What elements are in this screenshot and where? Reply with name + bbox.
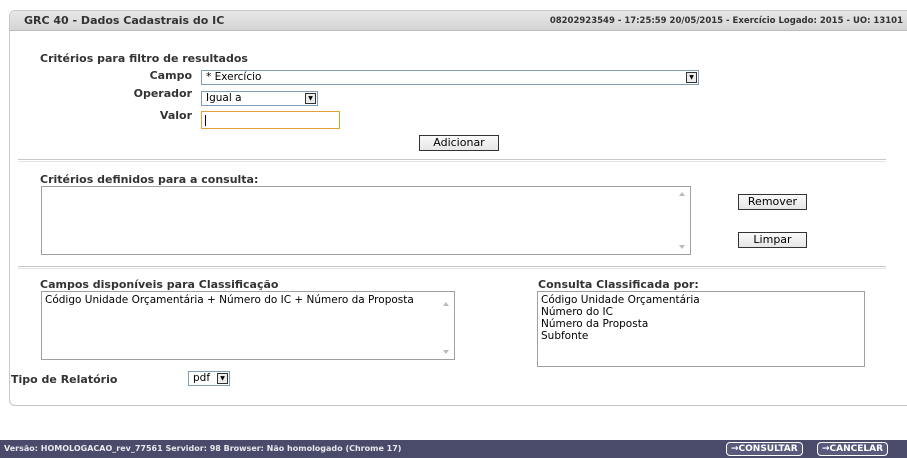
operador-select-value: Igual a bbox=[206, 92, 242, 104]
valor-label: Valor bbox=[159, 109, 192, 122]
scroll-up-icon[interactable] bbox=[679, 192, 685, 196]
chevron-down-icon[interactable]: ▼ bbox=[686, 72, 697, 83]
page-title: GRC 40 - Dados Cadastrais do IC bbox=[24, 14, 225, 27]
chevron-down-icon[interactable]: ▼ bbox=[217, 373, 228, 384]
divider-shadow bbox=[18, 161, 886, 162]
add-button[interactable]: Adicionar bbox=[419, 135, 499, 151]
scroll-down-icon[interactable] bbox=[443, 350, 449, 354]
campo-select-value: * Exercício bbox=[206, 71, 262, 83]
report-type-label: Tipo de Relatório bbox=[11, 373, 118, 386]
list-item[interactable]: Número da Proposta bbox=[541, 318, 861, 330]
available-fields-list[interactable]: Código Unidade Orçamentária + Número do … bbox=[41, 291, 455, 360]
filter-section-title: Critérios para filtro de resultados bbox=[40, 52, 248, 65]
criteria-textarea[interactable] bbox=[41, 186, 691, 255]
scrollbar[interactable] bbox=[440, 292, 454, 359]
list-item[interactable]: Código Unidade Orçamentária bbox=[541, 294, 861, 306]
divider bbox=[18, 266, 886, 267]
operador-label: Operador bbox=[133, 87, 192, 100]
list-item[interactable]: Código Unidade Orçamentária + Número do … bbox=[45, 294, 435, 306]
main-panel: GRC 40 - Dados Cadastrais do IC 08202923… bbox=[9, 10, 907, 406]
text-caret bbox=[205, 115, 206, 126]
version-info: Versão: HOMOLOGACAO_rev_77561 Servidor: … bbox=[4, 444, 402, 453]
chevron-down-icon[interactable]: ▼ bbox=[305, 93, 316, 104]
scroll-up-icon[interactable] bbox=[443, 302, 449, 306]
valor-input[interactable] bbox=[201, 111, 340, 129]
status-footer: Versão: HOMOLOGACAO_rev_77561 Servidor: … bbox=[0, 440, 907, 458]
consultar-button[interactable]: →CONSULTAR bbox=[726, 442, 803, 456]
sorted-by-title: Consulta Classificada por: bbox=[538, 278, 699, 291]
clear-button[interactable]: Limpar bbox=[738, 232, 807, 248]
cancelar-button[interactable]: →CANCELAR bbox=[817, 442, 889, 456]
list-item[interactable]: Número do IC bbox=[541, 306, 861, 318]
available-fields-title: Campos disponíveis para Classificação bbox=[40, 278, 279, 291]
report-type-value: pdf bbox=[193, 372, 211, 384]
scroll-down-icon[interactable] bbox=[679, 245, 685, 249]
list-item[interactable]: Subfonte bbox=[541, 330, 861, 342]
divider bbox=[18, 159, 886, 160]
operador-select[interactable]: Igual a ▼ bbox=[201, 91, 318, 106]
remove-button[interactable]: Remover bbox=[738, 194, 807, 210]
scrollbar[interactable] bbox=[676, 187, 690, 254]
sorted-by-list[interactable]: Código Unidade Orçamentária Número do IC… bbox=[537, 291, 865, 367]
criteria-section-title: Critérios definidos para a consulta: bbox=[40, 173, 259, 186]
campo-select[interactable]: * Exercício ▼ bbox=[201, 70, 699, 85]
title-bar: GRC 40 - Dados Cadastrais do IC 08202923… bbox=[10, 11, 907, 31]
report-type-select[interactable]: pdf ▼ bbox=[188, 371, 230, 386]
campo-label: Campo bbox=[149, 69, 192, 82]
divider-shadow bbox=[18, 268, 886, 269]
session-info: 08202923549 - 17:25:59 20/05/2015 - Exer… bbox=[549, 16, 903, 26]
